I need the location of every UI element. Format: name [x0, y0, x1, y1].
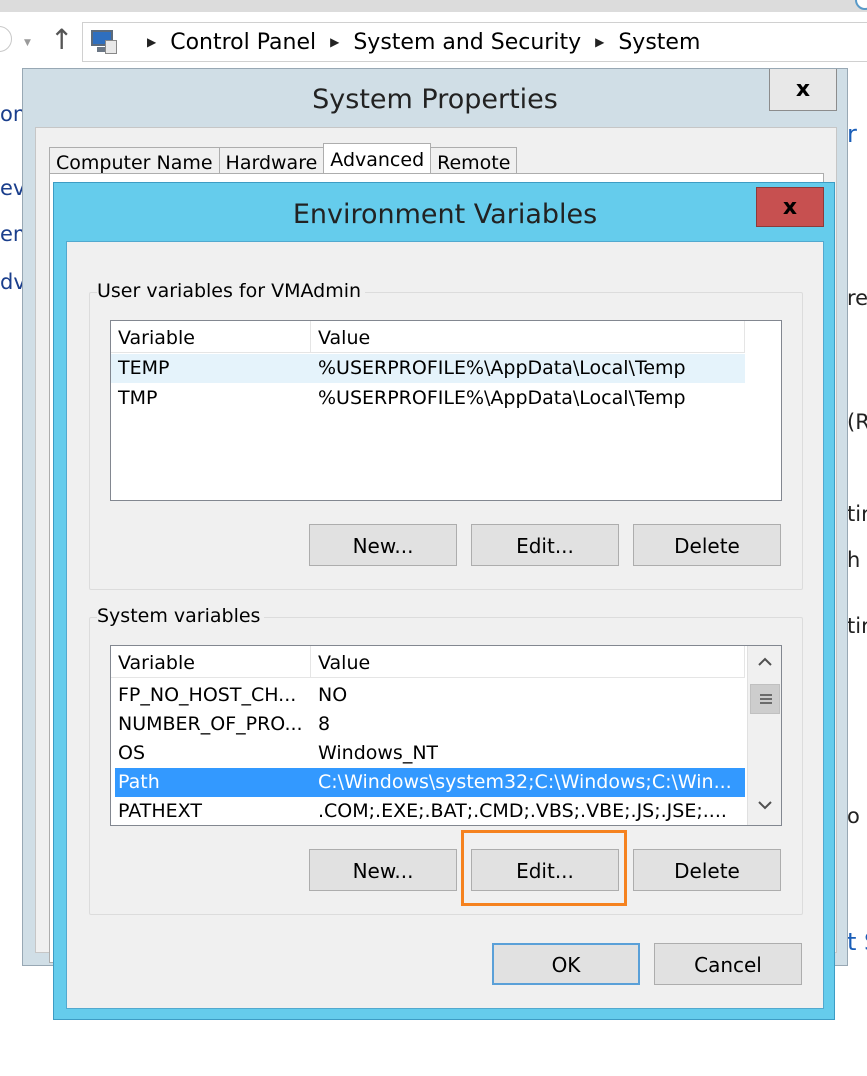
content-text-fragment: h [847, 548, 861, 572]
breadcrumb-control-panel[interactable]: Control Panel [170, 30, 316, 55]
variable-value: NO [318, 684, 348, 706]
variable-name: Path [118, 771, 160, 793]
close-button[interactable]: x [769, 69, 837, 111]
variable-value: .COM;.EXE;.BAT;.CMD;.VBS;.VBE;.JS;.JSE;.… [318, 800, 727, 822]
system-variables-label: System variables [97, 605, 265, 627]
list-header: Variable Value [111, 646, 745, 678]
content-text-fragment: re [847, 286, 867, 310]
recent-locations-icon[interactable]: ▼ [24, 38, 31, 48]
table-row-selected[interactable]: Path C:\Windows\system32;C:\Windows;C:\W… [115, 768, 745, 797]
column-header-variable[interactable]: Variable [111, 646, 311, 678]
close-icon: x [795, 77, 811, 102]
table-row[interactable]: FP_NO_HOST_CH... NO [111, 681, 745, 710]
content-text-fragment: (R [847, 410, 867, 434]
scrollbar-thumb[interactable] [750, 684, 780, 714]
variable-value: %USERPROFILE%\AppData\Local\Temp [318, 387, 686, 409]
breadcrumb-system[interactable]: System [618, 30, 700, 55]
table-row[interactable]: NUMBER_OF_PRO... 8 [111, 710, 745, 739]
close-button[interactable]: x [756, 187, 824, 227]
window-title: System Properties [312, 84, 558, 115]
table-row[interactable]: TMP %USERPROFILE%\AppData\Local\Temp [111, 384, 745, 413]
content-text-fragment: tir [847, 502, 867, 526]
column-header-value[interactable]: Value [311, 321, 745, 353]
tab-advanced[interactable]: Advanced [323, 143, 432, 177]
variable-value: Windows_NT [318, 742, 439, 764]
help-icon[interactable] [855, 0, 867, 10]
content-text-fragment: tir [847, 614, 867, 638]
dialog-title: Environment Variables [292, 199, 598, 230]
user-delete-button[interactable]: Delete [633, 524, 781, 566]
table-row[interactable]: TEMP %USERPROFILE%\AppData\Local\Temp [111, 354, 745, 383]
system-variables-list[interactable]: Variable Value FP_NO_HOST_CH... NO NUMBE… [110, 645, 782, 826]
breadcrumb-separator-icon[interactable]: ▶ [330, 35, 339, 49]
tab-strip: Computer Name Hardware Advanced Remote [49, 143, 518, 177]
variable-value: C:\Windows\system32;C:\Windows;C:\Win... [318, 771, 732, 793]
content-text-fragment: r [847, 120, 857, 148]
column-header-value[interactable]: Value [311, 646, 745, 678]
up-arrow-icon[interactable]: ↑ [50, 26, 73, 54]
variable-value: 8 [318, 713, 331, 735]
variable-name: PATHEXT [118, 800, 202, 822]
ok-button[interactable]: OK [492, 943, 640, 985]
close-icon: x [782, 195, 798, 220]
breadcrumb-separator-icon[interactable]: ▶ [595, 35, 604, 49]
breadcrumb-separator-icon[interactable]: ▶ [147, 35, 156, 49]
system-delete-button[interactable]: Delete [633, 849, 781, 891]
user-variables-list[interactable]: Variable Value TEMP %USERPROFILE%\AppDat… [110, 320, 782, 501]
content-text-fragment: o [847, 804, 860, 828]
user-new-button[interactable]: New... [309, 524, 457, 566]
explorer-titlebar [0, 0, 867, 12]
control-panel-icon [89, 28, 119, 56]
table-row[interactable]: PATHEXT .COM;.EXE;.BAT;.CMD;.VBS;.VBE;.J… [111, 797, 745, 825]
address-bar[interactable]: ▶ Control Panel ▶ System and Security ▶ … [82, 22, 867, 62]
list-header: Variable Value [111, 321, 745, 353]
column-header-variable[interactable]: Variable [111, 321, 311, 353]
cancel-button[interactable]: Cancel [654, 943, 802, 985]
highlight-annotation [461, 830, 627, 906]
dialog-client-area: User variables for VMAdmin Variable Valu… [66, 241, 824, 1009]
variable-name: TMP [118, 387, 158, 409]
variable-name: FP_NO_HOST_CH... [118, 684, 297, 706]
variable-value: %USERPROFILE%\AppData\Local\Temp [318, 357, 686, 379]
desktop: ▼ ↑ ▶ Control Panel ▶ System and Securit… [0, 0, 867, 1076]
content-link-fragment[interactable]: t S [847, 928, 867, 956]
user-variables-label: User variables for VMAdmin [97, 280, 366, 302]
table-row[interactable]: OS Windows_NT [111, 739, 745, 768]
variable-name: OS [118, 742, 146, 764]
chevron-down-icon[interactable] [748, 791, 781, 821]
variable-name: NUMBER_OF_PRO... [118, 713, 303, 735]
chevron-up-icon[interactable] [748, 648, 781, 678]
system-new-button[interactable]: New... [309, 849, 457, 891]
environment-variables-dialog: Environment Variables x User variables f… [53, 182, 835, 1020]
user-edit-button[interactable]: Edit... [471, 524, 619, 566]
breadcrumb-system-and-security[interactable]: System and Security [353, 30, 581, 55]
vertical-scrollbar[interactable] [747, 646, 781, 825]
variable-name: TEMP [118, 357, 170, 379]
